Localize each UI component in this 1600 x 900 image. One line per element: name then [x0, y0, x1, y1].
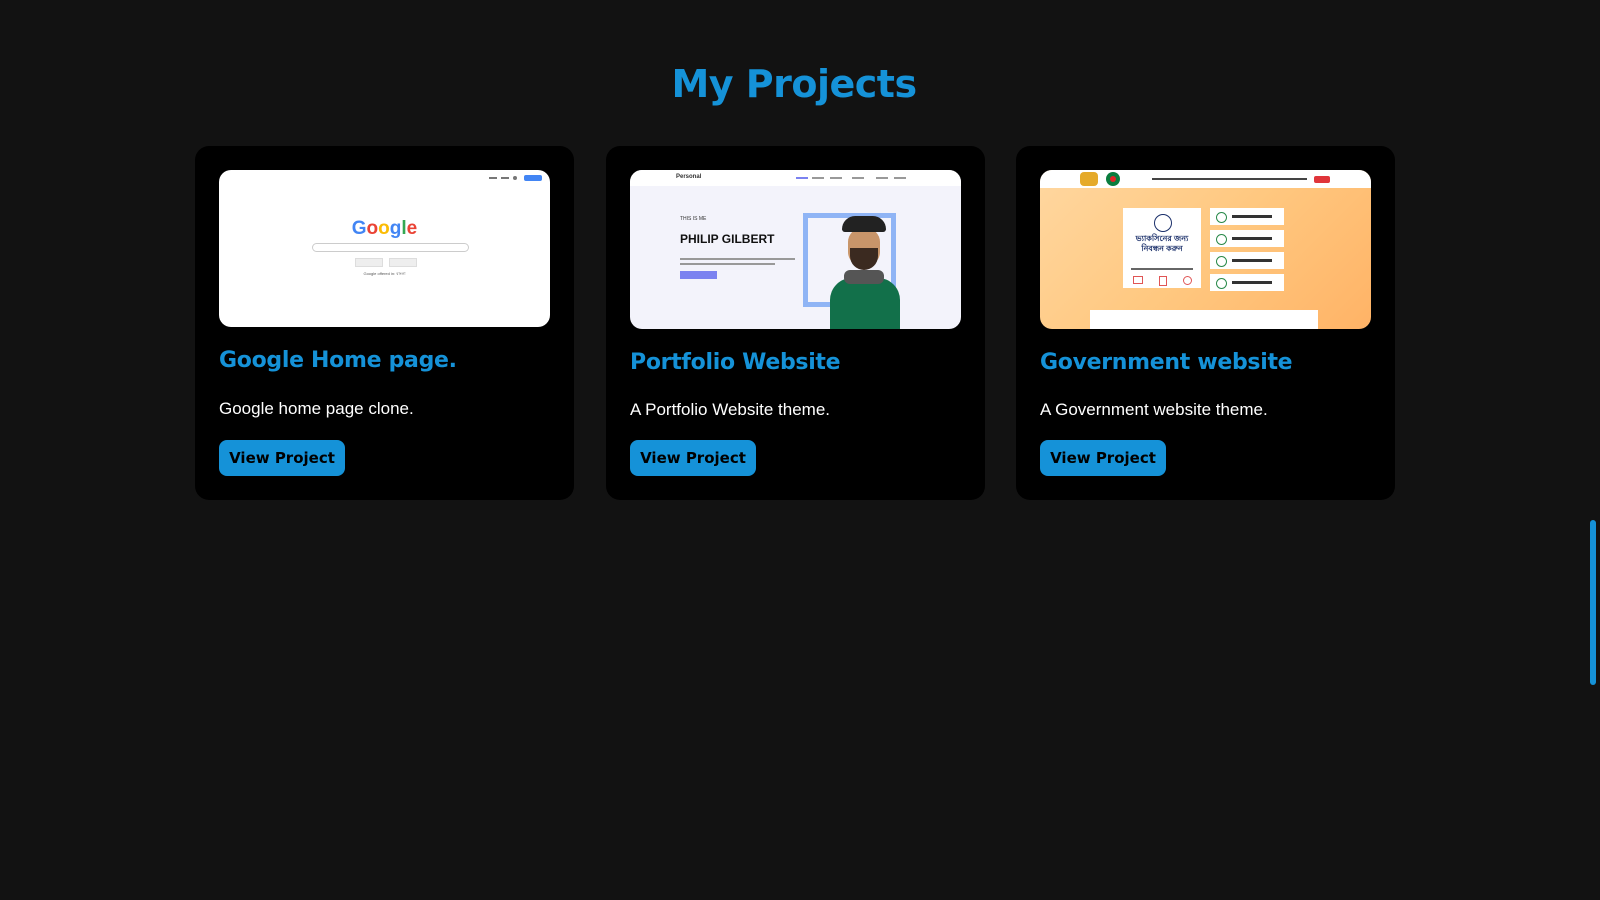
- government-menu-item: [1210, 252, 1284, 269]
- project-thumbnail-government: ভ্যাকসিনের জন্য নিবন্ধন করুন: [1040, 170, 1371, 329]
- government-bottom-strip: [1090, 310, 1318, 329]
- google-search-button: [355, 258, 383, 267]
- portfolio-hero-name: PHILIP GILBERT: [680, 232, 775, 246]
- government-register-card: ভ্যাকসিনের জন্য নিবন্ধন করুন: [1123, 208, 1201, 288]
- project-thumbnail-google: Google Google offered in: বাংলা: [219, 170, 550, 327]
- portfolio-person-scarf: [844, 270, 884, 284]
- project-description: A Portfolio Website theme.: [630, 400, 831, 419]
- bangladesh-seal-icon: [1106, 172, 1120, 186]
- government-menu-item: [1210, 274, 1284, 291]
- project-card-government: ভ্যাকসিনের জন্য নিবন্ধন করুন Government …: [1016, 146, 1395, 500]
- google-lucky-button: [389, 258, 417, 267]
- government-login-button: [1314, 176, 1330, 183]
- project-card-google: Google Google offered in: বাংলা Google H…: [195, 146, 574, 500]
- project-title: Portfolio Website: [630, 350, 841, 375]
- portfolio-logo: Personal: [676, 174, 702, 180]
- government-menu-item: [1210, 208, 1284, 225]
- project-description: A Government website theme.: [1040, 400, 1268, 419]
- portfolio-cta: [680, 271, 717, 279]
- government-emblem-icon: [1080, 172, 1098, 186]
- view-project-button[interactable]: View Project: [1040, 440, 1166, 476]
- google-top-links: [489, 175, 544, 181]
- government-menu-item: [1210, 230, 1284, 247]
- google-footer: Google offered in: বাংলা: [363, 271, 406, 276]
- government-card-text: ভ্যাকসিনের জন্য নিবন্ধন করুন: [1135, 234, 1189, 253]
- google-logo: Google: [351, 218, 418, 239]
- section-title: My Projects: [671, 62, 917, 106]
- project-description: Google home page clone.: [219, 399, 414, 418]
- portfolio-person-body: [830, 278, 900, 329]
- project-title: Google Home page.: [219, 348, 457, 373]
- project-title: Government website: [1040, 350, 1293, 375]
- portfolio-person-hat: [842, 216, 886, 232]
- view-project-button[interactable]: View Project: [219, 440, 345, 476]
- government-navbar: [1040, 170, 1371, 188]
- project-thumbnail-portfolio: Personal THIS IS ME PHILIP GILBERT: [630, 170, 961, 329]
- google-search-bar: [312, 243, 469, 252]
- page-scrollbar[interactable]: [1590, 520, 1596, 685]
- portfolio-navbar: Personal: [630, 170, 961, 186]
- project-card-portfolio: Personal THIS IS ME PHILIP GILBERT Portf…: [606, 146, 985, 500]
- view-project-button[interactable]: View Project: [630, 440, 756, 476]
- portfolio-kicker: THIS IS ME: [680, 216, 707, 222]
